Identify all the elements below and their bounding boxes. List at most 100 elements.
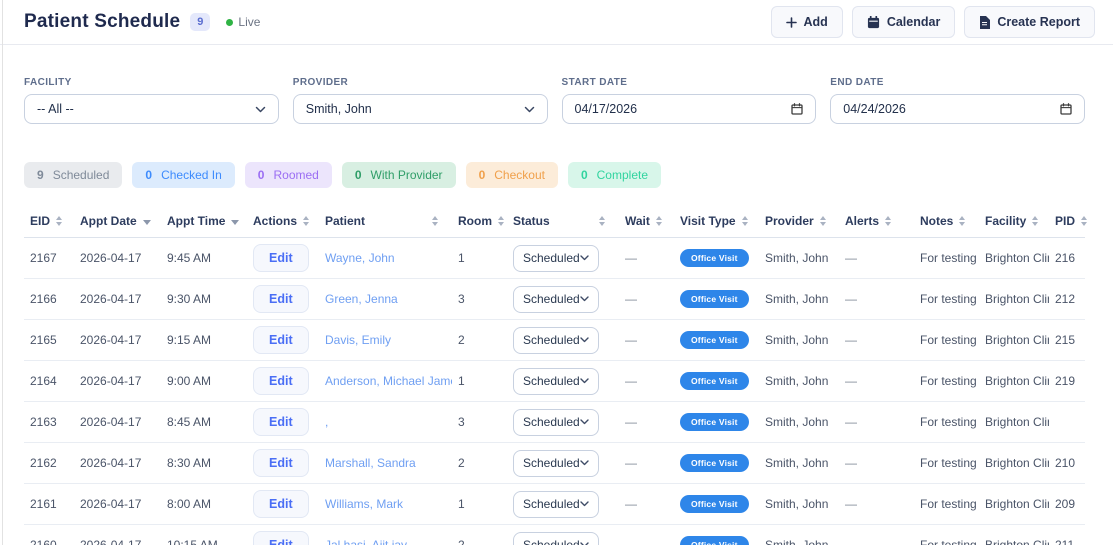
status-select[interactable]: Scheduled — [513, 286, 599, 313]
column-header[interactable]: Wait — [619, 214, 674, 228]
status-select[interactable]: Scheduled — [513, 409, 599, 436]
filter-group: END DATE 04/24/2026 — [830, 77, 1085, 124]
status-pill[interactable]: 0 With Provider — [342, 162, 456, 188]
cell-facility: Brighton Clinic — [979, 292, 1049, 306]
status-pill[interactable]: 0 Roomed — [245, 162, 332, 188]
patient-link[interactable]: Marshall, Sandra — [325, 456, 416, 470]
column-header[interactable]: Visit Type — [674, 214, 759, 228]
cell-provider: Smith, John — [759, 251, 839, 265]
status-select[interactable]: Scheduled — [513, 491, 599, 518]
cell-appt-time: 9:30 AM — [161, 292, 247, 306]
report-file-icon — [979, 16, 990, 29]
column-header[interactable]: PID — [1049, 214, 1087, 228]
table-row: 2161 2026-04-17 8:00 AM Edit Williams, M… — [24, 484, 1085, 525]
chevron-down-icon — [580, 460, 589, 466]
status-pill[interactable]: 0 Complete — [568, 162, 661, 188]
calendar-button[interactable]: Calendar — [852, 6, 956, 38]
filter-value: 04/17/2026 — [575, 102, 638, 116]
status-pill[interactable]: 9 Scheduled — [24, 162, 122, 188]
filter-group: FACILITY -- All -- — [24, 77, 279, 124]
add-button[interactable]: Add — [771, 6, 843, 38]
live-dot-icon — [226, 19, 233, 26]
column-header[interactable]: Status — [507, 214, 619, 228]
filter-field[interactable]: Smith, John — [293, 94, 548, 124]
column-header[interactable]: Room — [452, 214, 507, 228]
edit-button[interactable]: Edit — [253, 326, 309, 354]
cell-notes: For testing — [914, 374, 979, 388]
edit-button[interactable]: Edit — [253, 367, 309, 395]
column-header[interactable]: Notes — [914, 214, 979, 228]
edit-button[interactable]: Edit — [253, 244, 309, 272]
cell-eid: 2162 — [24, 456, 74, 470]
status-pill[interactable]: 0 Checkout — [466, 162, 558, 188]
cell-room: 1 — [452, 497, 507, 511]
status-select[interactable]: Scheduled — [513, 368, 599, 395]
edit-button[interactable]: Edit — [253, 531, 309, 545]
column-header-label: Alerts — [845, 214, 879, 228]
cell-facility: Brighton Clinic — [979, 333, 1049, 347]
cell-wait: — — [619, 292, 674, 306]
cell-alerts: — — [839, 333, 914, 347]
patient-link[interactable]: Davis, Emily — [325, 333, 391, 347]
filter-field[interactable]: 04/17/2026 — [562, 94, 817, 124]
filter-field[interactable]: 04/24/2026 — [830, 94, 1085, 124]
patient-link[interactable]: Wayne, John — [325, 251, 395, 265]
column-header[interactable]: Patient — [319, 214, 452, 228]
cell-pid: 216 — [1049, 251, 1085, 265]
patient-link[interactable]: Williams, Mark — [325, 497, 403, 511]
cell-appt-date: 2026-04-17 — [74, 456, 161, 470]
cell-eid: 2163 — [24, 415, 74, 429]
patient-link[interactable]: Anderson, Michael James — [325, 374, 452, 388]
chevron-down-icon — [580, 255, 589, 261]
edit-button[interactable]: Edit — [253, 449, 309, 477]
visit-type-badge: Office Visit — [680, 454, 749, 472]
sort-icon — [56, 216, 62, 226]
status-select[interactable]: Scheduled — [513, 245, 599, 272]
date-picker-icon[interactable] — [791, 103, 803, 115]
status-select[interactable]: Scheduled — [513, 532, 599, 545]
edit-button[interactable]: Edit — [253, 408, 309, 436]
status-select[interactable]: Scheduled — [513, 450, 599, 477]
column-header[interactable]: Provider — [759, 214, 839, 228]
status-pill[interactable]: 0 Checked In — [132, 162, 234, 188]
status-select[interactable]: Scheduled — [513, 327, 599, 354]
column-header[interactable]: Alerts — [839, 214, 914, 228]
edit-button[interactable]: Edit — [253, 285, 309, 313]
visit-type-badge: Office Visit — [680, 495, 749, 513]
cell-notes: For testing — [914, 333, 979, 347]
cell-appt-date: 2026-04-17 — [74, 251, 161, 265]
filter-field[interactable]: -- All -- — [24, 94, 279, 124]
column-header[interactable]: Actions — [247, 214, 319, 228]
date-picker-icon[interactable] — [1060, 103, 1072, 115]
cell-visit-type: Office Visit — [674, 495, 759, 513]
status-pill-label: With Provider — [371, 168, 443, 182]
column-header-label: Notes — [920, 214, 953, 228]
edit-button[interactable]: Edit — [253, 490, 309, 518]
page-edge-divider — [2, 0, 3, 545]
visit-type-badge: Office Visit — [680, 249, 749, 267]
column-header[interactable]: EID — [24, 214, 74, 228]
live-indicator: Live — [226, 15, 260, 29]
patient-link[interactable]: Jal.hasi, Ajit.jay — [325, 538, 407, 545]
cell-actions: Edit — [247, 490, 319, 518]
cell-wait: — — [619, 456, 674, 470]
cell-appt-date: 2026-04-17 — [74, 333, 161, 347]
calendar-button-label: Calendar — [887, 15, 941, 29]
cell-provider: Smith, John — [759, 292, 839, 306]
table-row: 2162 2026-04-17 8:30 AM Edit Marshall, S… — [24, 443, 1085, 484]
column-header[interactable]: Appt Time — [161, 214, 247, 228]
patient-link[interactable]: , — [325, 415, 328, 429]
cell-patient: Williams, Mark — [319, 497, 452, 511]
column-header[interactable]: Facility — [979, 214, 1049, 228]
status-pill-count: 0 — [355, 168, 362, 182]
filter-group: PROVIDER Smith, John — [293, 77, 548, 124]
patient-link[interactable]: Green, Jenna — [325, 292, 398, 306]
cell-alerts: — — [839, 292, 914, 306]
status-select-value: Scheduled — [523, 415, 580, 429]
cell-facility: Brighton Clinic — [979, 497, 1049, 511]
column-header[interactable]: Appt Date — [74, 214, 161, 228]
status-pill-label: Complete — [597, 168, 648, 182]
plus-icon — [786, 17, 797, 28]
column-header-label: Visit Type — [680, 214, 736, 228]
create-report-button[interactable]: Create Report — [964, 6, 1095, 38]
